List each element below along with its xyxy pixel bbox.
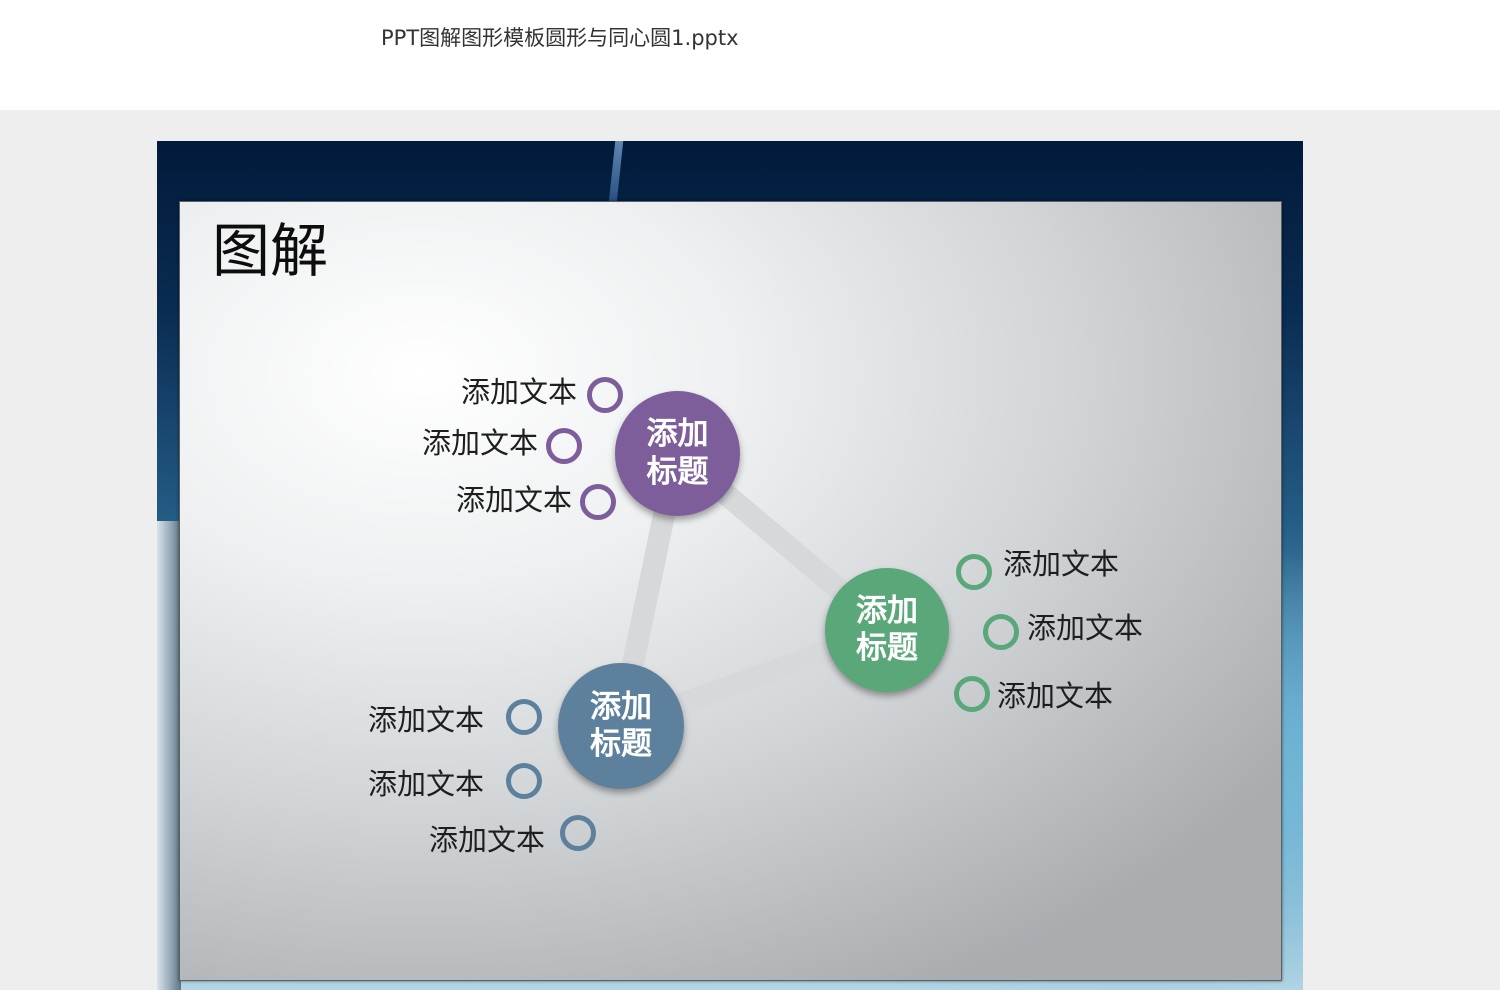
ring-blue-2 [506, 763, 542, 799]
ring-purple-2 [546, 428, 582, 464]
hub-purple[interactable]: 添加 标题 [615, 391, 740, 516]
connector-lines [609, 442, 898, 737]
ring-blue-3 [560, 815, 596, 851]
hub-green-line1: 添加 [856, 592, 918, 629]
ring-green-1 [956, 554, 992, 590]
hub-green[interactable]: 添加 标题 [825, 568, 949, 692]
ring-purple-1 [587, 377, 623, 413]
hub-green-line2: 标题 [856, 630, 918, 666]
text-purple-3: 添加文本 [456, 483, 573, 517]
ring-green-2 [983, 614, 1019, 650]
hub-blue-line2: 标题 [590, 726, 652, 762]
text-green-3: 添加文本 [997, 679, 1114, 713]
ring-blue-1 [506, 699, 542, 735]
text-purple-1: 添加文本 [461, 375, 578, 409]
text-green-2: 添加文本 [1027, 611, 1144, 645]
text-blue-2: 添加文本 [368, 767, 485, 801]
hub-blue[interactable]: 添加 标题 [558, 663, 684, 789]
ring-purple-3 [580, 484, 616, 520]
text-purple-2: 添加文本 [422, 426, 539, 460]
hub-blue-line1: 添加 [590, 688, 652, 725]
text-blue-3: 添加文本 [429, 823, 546, 857]
hub-purple-line1: 添加 [646, 416, 709, 453]
text-green-1: 添加文本 [1003, 547, 1120, 581]
text-blue-1: 添加文本 [368, 703, 485, 737]
hub-purple-line2: 标题 [646, 453, 709, 490]
ring-green-3 [954, 676, 990, 712]
